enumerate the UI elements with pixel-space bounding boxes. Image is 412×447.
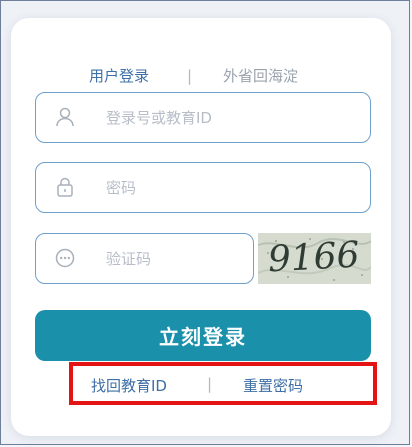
captcha-image[interactable]: 9166 (258, 233, 371, 284)
captcha-field[interactable]: 验证码 (35, 233, 254, 284)
reset-password-link[interactable]: 重置密码 (243, 375, 303, 396)
password-placeholder: 密码 (106, 179, 137, 197)
user-icon (56, 107, 74, 127)
captcha-placeholder: 验证码 (106, 250, 152, 268)
lock-icon (57, 177, 73, 197)
find-education-id-link[interactable]: 找回教育ID (91, 375, 167, 396)
tab-other-province[interactable]: 外省回海淀 (223, 65, 298, 87)
login-button[interactable]: 立刻登录 (35, 310, 371, 361)
login-tabs: 用户登录 | 外省回海淀 (11, 65, 391, 87)
tab-separator: | (187, 67, 193, 85)
username-field[interactable]: 登录号或教育ID (35, 92, 371, 143)
captcha-text: 9166 (267, 235, 361, 281)
links-separator: | (207, 375, 213, 393)
username-placeholder: 登录号或教育ID (106, 109, 212, 127)
captcha-graphic: 9166 (258, 233, 371, 284)
help-links-highlight: 找回教育ID | 重置密码 (69, 362, 377, 405)
chat-bubble-icon (55, 248, 75, 268)
tab-user-login[interactable]: 用户登录 (89, 65, 149, 87)
password-field[interactable]: 密码 (35, 162, 371, 213)
